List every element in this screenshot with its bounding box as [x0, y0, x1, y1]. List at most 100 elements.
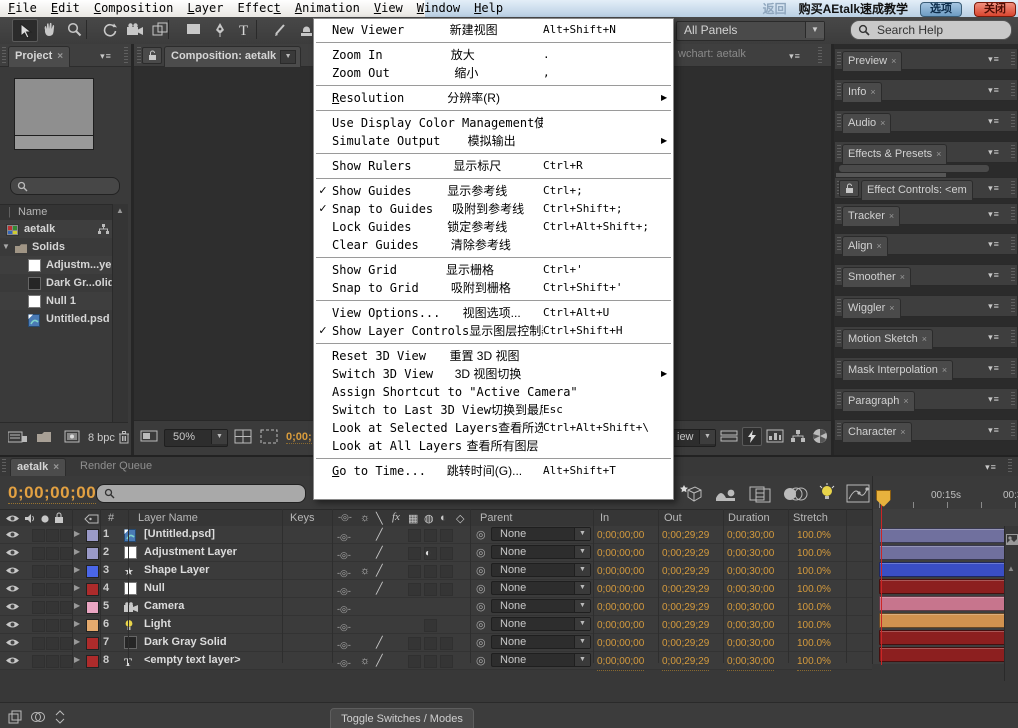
label-color-swatch[interactable]	[86, 601, 99, 614]
close-icon[interactable]: ×	[870, 87, 875, 97]
view-menu-item-switch-3d-view[interactable]: Switch 3D View3D 视图切换▶	[314, 365, 673, 383]
av-toggle-cell[interactable]	[32, 619, 45, 632]
layer-duration-bar[interactable]	[879, 562, 1013, 577]
duration-column-label[interactable]: Duration	[728, 512, 770, 524]
menu-window[interactable]: Window	[417, 0, 460, 17]
adjustment-layer-switch[interactable]: ◐	[425, 546, 431, 562]
expand-in-out-panes-icon[interactable]	[52, 710, 68, 724]
menu-view[interactable]: View	[374, 0, 403, 17]
panel-tab[interactable]: Align×	[842, 236, 888, 256]
close-icon[interactable]: ×	[903, 396, 908, 406]
workspace-dropdown[interactable]: All Panels ▼	[676, 21, 825, 41]
layer-pickwhip-icon[interactable]: -◎-	[337, 619, 351, 635]
parent-dropdown[interactable]: None▼	[491, 635, 591, 649]
panel-menu-icon[interactable]: ▾≡	[983, 83, 1005, 97]
trash-icon[interactable]	[118, 430, 130, 444]
view-menu-item-resolution[interactable]: Resolution分辨率(R)▶	[314, 89, 673, 107]
switch-cell[interactable]	[408, 655, 421, 668]
av-toggle-cell[interactable]	[32, 637, 45, 650]
project-item-dark-gr-olid[interactable]: Dark Gr...olid	[0, 274, 112, 292]
label-color-swatch[interactable]	[86, 583, 99, 596]
tab-project[interactable]: Project×	[8, 46, 70, 67]
menu-layer[interactable]: Layer	[187, 0, 223, 17]
panel-grip[interactable]	[837, 299, 841, 314]
parent-dropdown[interactable]: None▼	[491, 599, 591, 613]
bit-depth-label[interactable]: 8 bpc	[88, 432, 115, 444]
parent-dropdown[interactable]: None▼	[491, 617, 591, 631]
panel-grip[interactable]	[1011, 145, 1015, 160]
layer-row-7[interactable]: ▶7Dark Gray Solid-◎-╱◎None▼0;00;00;000;0…	[0, 634, 872, 652]
av-toggle-cell[interactable]	[46, 565, 59, 578]
panel-grip[interactable]	[837, 114, 841, 129]
quality-switch[interactable]: ╱	[376, 635, 383, 651]
panel-grip[interactable]	[1011, 423, 1015, 438]
close-icon[interactable]: ×	[900, 427, 905, 437]
view-menu-item-zoom-in[interactable]: Zoom In放大.	[314, 46, 673, 64]
out-value[interactable]: 0;00;29;29	[662, 564, 709, 581]
panel-grip[interactable]	[837, 145, 841, 160]
close-icon[interactable]: ×	[889, 303, 894, 313]
layer-row-5[interactable]: ▶5Camera-◎-◎None▼0;00;00;000;00;29;290;0…	[0, 598, 872, 616]
stretch-value[interactable]: 100.0%	[797, 564, 831, 581]
stretch-column-label[interactable]: Stretch	[793, 512, 828, 524]
view-menu-item-snap-to-guides[interactable]: ✓Snap to Guides吸附到参考线Ctrl+Shift+;	[314, 200, 673, 218]
switch-cell[interactable]	[408, 637, 421, 650]
parent-dropdown[interactable]: None▼	[491, 653, 591, 667]
switch-cell[interactable]	[440, 529, 453, 542]
duration-value[interactable]: 0;00;30;00	[727, 582, 774, 599]
region-of-interest-icon[interactable]	[260, 429, 278, 444]
panel-menu-icon[interactable]: ▾≡	[784, 49, 806, 63]
panel-menu-icon[interactable]: ▾≡	[983, 392, 1005, 406]
parent-pickwhip-icon[interactable]: ◎	[476, 635, 486, 651]
layer-pickwhip-icon[interactable]: -◎-	[337, 655, 351, 671]
view-menu-item-switch-to-last-3d-view[interactable]: Switch to Last 3D View切换到最后 3D 视图Esc	[314, 401, 673, 419]
duration-value[interactable]: 0;00;30;00	[727, 600, 774, 617]
back-button[interactable]: 返回	[763, 1, 787, 18]
in-value[interactable]: 0;00;00;00	[597, 528, 644, 545]
menu-animation[interactable]: Animation	[295, 0, 360, 17]
timeline-search-box[interactable]	[96, 484, 306, 503]
panel-tab[interactable]: Tracker×	[842, 206, 900, 226]
stretch-value[interactable]: 100.0%	[797, 636, 831, 653]
expander-icon[interactable]: ▶	[74, 634, 80, 650]
av-toggle-cell[interactable]	[32, 655, 45, 668]
layer-row-3[interactable]: ▶3★Shape Layer-◎-☼╱◎None▼0;00;00;000;00;…	[0, 562, 872, 580]
expand-layer-switches-icon[interactable]	[8, 710, 24, 724]
project-item-untitled-psd[interactable]: Untitled.psd	[0, 310, 112, 328]
switch-cell[interactable]	[440, 547, 453, 560]
view-menu-item-show-rulers[interactable]: Show Rulers显示标尺Ctrl+R	[314, 157, 673, 175]
toggle-switches-modes-button[interactable]: Toggle Switches / Modes	[330, 708, 474, 728]
in-value[interactable]: 0;00;00;00	[597, 636, 644, 653]
layer-row-6[interactable]: ▶6Light-◎-◎None▼0;00;00;000;00;29;290;00…	[0, 616, 872, 634]
layer-duration-bar[interactable]	[879, 596, 1013, 611]
panel-grip[interactable]	[1011, 392, 1015, 407]
layer-duration-bar[interactable]	[879, 545, 1013, 560]
panel-grip[interactable]	[1011, 237, 1015, 252]
switch-cell[interactable]	[408, 547, 421, 560]
panel-grip[interactable]	[1011, 114, 1015, 129]
view-menu-item-snap-to-grid[interactable]: Snap to Grid吸附到栅格Ctrl+Shift+'	[314, 279, 673, 297]
in-value[interactable]: 0;00;00;00	[597, 600, 644, 617]
close-button[interactable]: 关闭	[974, 2, 1016, 17]
duration-value[interactable]: 0;00;30;00	[727, 618, 774, 635]
view-menu-item-zoom-out[interactable]: Zoom Out缩小,	[314, 64, 673, 82]
brush-tool[interactable]	[268, 19, 292, 40]
av-toggle-cell[interactable]	[46, 583, 59, 596]
layer-name[interactable]: <empty text layer>	[144, 652, 241, 668]
panel-grip[interactable]	[837, 207, 841, 222]
options-button[interactable]: 选项	[920, 2, 962, 17]
label-color-swatch[interactable]	[86, 655, 99, 668]
panel-tab[interactable]: Effects & Presets×	[842, 144, 947, 164]
collapse-switch[interactable]: ☼	[360, 563, 370, 579]
panel-tab[interactable]: Smoother×	[842, 267, 911, 287]
lock-icon[interactable]	[839, 180, 859, 197]
camera-tool[interactable]	[124, 19, 148, 40]
av-toggle-cell[interactable]	[32, 583, 45, 596]
stretch-value[interactable]: 100.0%	[797, 654, 831, 671]
quality-switch[interactable]: ╱	[376, 653, 383, 669]
stretch-value[interactable]: 100.0%	[797, 546, 831, 563]
track-scrollbar[interactable]: ▲	[1004, 526, 1018, 681]
view-menu-item-look-at-all-layers[interactable]: Look at All Layers查看所有图层	[314, 437, 673, 455]
close-icon[interactable]: ×	[876, 241, 881, 251]
close-icon[interactable]: ×	[891, 56, 896, 66]
